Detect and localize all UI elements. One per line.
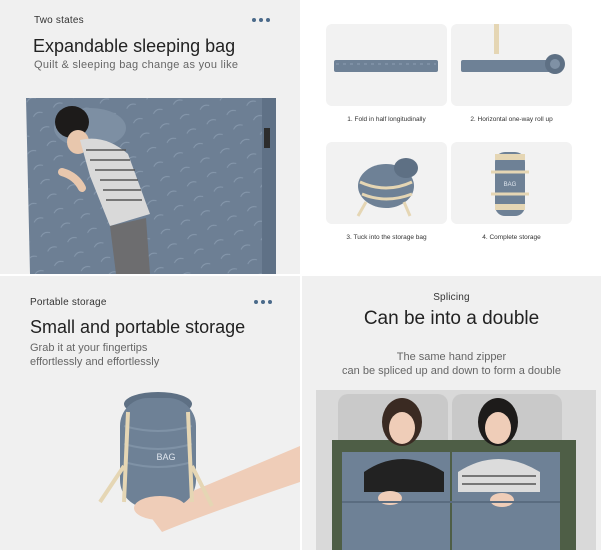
bag-print-text: BAG bbox=[156, 452, 175, 462]
step-caption: 3. Tuck into the storage bag bbox=[346, 234, 427, 241]
step-caption: 4. Complete storage bbox=[482, 234, 541, 241]
svg-text:BAG: BAG bbox=[504, 182, 517, 188]
step-tile-roll bbox=[451, 24, 572, 106]
panel-storage-steps: 1. Fold in half longitudinally 2. Horizo… bbox=[302, 0, 601, 274]
sleeping-bag-photo bbox=[26, 98, 276, 274]
folded-bag-image bbox=[334, 60, 438, 72]
tucked-bag-image bbox=[356, 158, 418, 217]
step-tile-tuck bbox=[326, 142, 447, 224]
panel-two-states: Two states Expandable sleeping bag Quilt… bbox=[0, 0, 300, 274]
step-caption: 1. Fold in half longitudinally bbox=[347, 116, 426, 123]
panel-portable-storage: Portable storage Small and portable stor… bbox=[0, 276, 300, 550]
step-caption: 2. Horizontal one-way roll up bbox=[470, 116, 553, 123]
step-tile-fold bbox=[326, 24, 447, 106]
couple-in-bag-photo bbox=[316, 390, 596, 550]
complete-bag-image: BAG bbox=[491, 152, 529, 216]
hand-holding-bag-photo: BAG bbox=[98, 392, 300, 532]
step-tile-complete: BAG bbox=[451, 142, 572, 224]
panel-splicing: Splicing Can be into a double The same h… bbox=[302, 276, 601, 550]
rolling-bag-image bbox=[461, 24, 565, 74]
